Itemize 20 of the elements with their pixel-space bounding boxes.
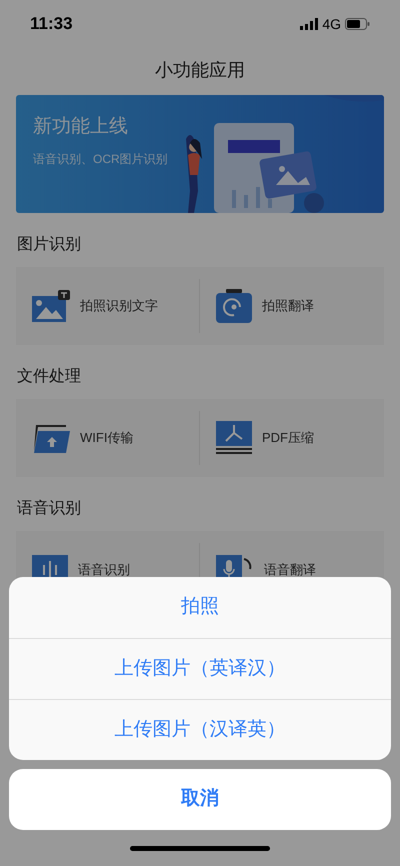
camera-translate-icon (216, 289, 252, 323)
section-title: 文件处理 (17, 366, 81, 387)
image-text-icon (32, 290, 70, 322)
section-title: 语音识别 (17, 498, 81, 519)
page-title: 小功能应用 (155, 58, 245, 82)
pdf-icon (216, 421, 252, 455)
feature-item[interactable]: 拍照识别文字 (16, 279, 200, 333)
banner-subtitle: 语音识别、OCR图片识别 (33, 150, 168, 168)
feature-item[interactable]: WIFI传输 (16, 411, 200, 465)
signal-icon (300, 18, 318, 30)
banner-headline: 新功能上线 (33, 115, 129, 139)
cancel-button[interactable]: 取消 (9, 769, 391, 830)
sheet-option[interactable]: 上传图片（汉译英） (9, 699, 391, 760)
feature-item[interactable]: 拍照翻译 (200, 279, 384, 333)
section-title: 图片识别 (17, 234, 81, 255)
sheet-option[interactable]: 上传图片（英译汉） (9, 638, 391, 699)
network-label: 4G (322, 14, 341, 34)
feature-item[interactable]: PDF压缩 (200, 411, 384, 465)
folder-upload-icon (32, 423, 70, 453)
status-time: 11:33 (30, 13, 73, 36)
